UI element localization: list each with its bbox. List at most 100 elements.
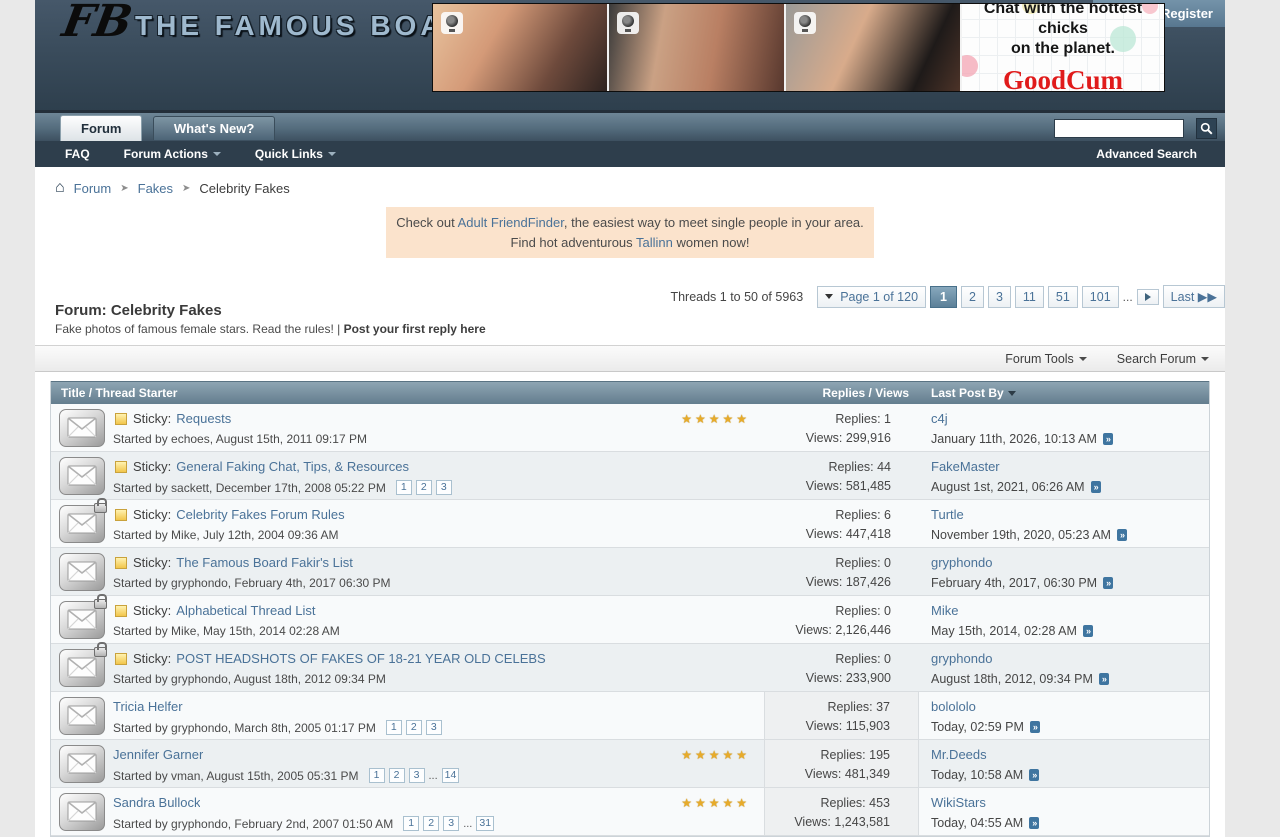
sticky-prefix: Sticky: [133,411,171,426]
thread-page-link[interactable]: 2 [389,768,405,783]
thread-page-link[interactable]: 1 [369,768,385,783]
page-number-button[interactable]: 51 [1048,286,1078,308]
register-button[interactable]: Register [1161,6,1213,21]
tab-whats-new[interactable]: What's New? [153,116,275,140]
thread-page-link[interactable]: 2 [406,720,422,735]
advanced-search-link[interactable]: Advanced Search [1096,147,1197,161]
search-icon [1200,122,1213,135]
page-dropdown-button[interactable]: Page 1 of 120 [817,286,926,308]
thread-title-link[interactable]: Jennifer Garner [113,747,203,762]
thread-page-link[interactable]: 14 [442,768,460,783]
thread-main-cell: Sticky:POST HEADSHOTS OF FAKES OF 18-21 … [113,644,764,691]
thread-row: Sticky:General Faking Chat, Tips, & Reso… [51,452,1209,500]
lastpost-user-link[interactable]: gryphondo [931,651,992,666]
thread-title-link[interactable]: Celebrity Fakes Forum Rules [176,507,344,522]
last-post-cell: bolololo Today, 02:59 PM» [919,692,1209,739]
fb-logo: FB [59,0,135,44]
thread-icon-cell [51,740,113,787]
thread-title-link[interactable]: General Faking Chat, Tips, & Resources [176,459,409,474]
lastpost-user-link[interactable]: Mr.Deeds [931,747,987,762]
search-input[interactable] [1054,119,1184,138]
lastpost-user-link[interactable]: FakeMaster [931,459,1000,474]
thread-title-link[interactable]: POST HEADSHOTS OF FAKES OF 18-21 YEAR OL… [176,651,545,666]
thread-page-link[interactable]: 3 [426,720,442,735]
lastpost-user-link[interactable]: Turtle [931,507,964,522]
lastpost-user-link[interactable]: bolololo [931,699,976,714]
thread-page-link[interactable]: 3 [409,768,425,783]
goto-last-post-icon[interactable]: » [1103,577,1113,589]
search-forum-menu[interactable]: Search Forum [1117,352,1209,366]
promo-link-friendfinder[interactable]: Adult FriendFinder [458,215,564,230]
promo-link-tallinn[interactable]: Tallinn [636,235,673,250]
lastpost-user-link[interactable]: gryphondo [931,555,992,570]
page-number-button[interactable]: 101 [1082,286,1119,308]
thread-page-link[interactable]: 2 [416,480,432,495]
goto-last-post-icon[interactable]: » [1029,817,1039,829]
rating-stars-icon: ★★★★★ [673,412,756,426]
page-number-button[interactable]: 1 [930,286,957,308]
thread-started-text: Started by Mike, July 12th, 2004 09:36 A… [113,528,338,542]
breadcrumb-forum[interactable]: Forum [74,181,112,196]
lastpost-date: Today, 10:58 AM [931,768,1023,782]
thread-title-line: Sticky:The Famous Board Fakir's List [113,555,756,570]
banner-ad[interactable]: Chat with the hottest chicks on the plan… [432,3,1165,92]
thread-icon-cell [51,596,113,643]
thread-page-link[interactable]: 3 [436,480,452,495]
search-button[interactable] [1196,118,1217,139]
replies-count: Replies: 453 [765,794,890,813]
thread-title-link[interactable]: Sandra Bullock [113,795,200,810]
goto-last-post-icon[interactable]: » [1099,673,1109,685]
thread-title-link[interactable]: The Famous Board Fakir's List [176,555,353,570]
lastpost-date-line: Today, 02:59 PM» [931,720,1209,734]
last-page-button[interactable]: Last ▶▶ [1163,285,1225,308]
goto-last-post-icon[interactable]: » [1083,625,1093,637]
column-replies-views[interactable]: Replies / Views [764,386,919,400]
next-page-button[interactable] [1137,289,1159,305]
page-number-button[interactable]: 2 [961,286,984,308]
home-icon[interactable]: ⌂ [55,180,65,196]
replies-count: Replies: 195 [765,746,890,765]
subnav-faq[interactable]: FAQ [65,147,90,161]
thread-page-link[interactable]: 2 [423,816,439,831]
goto-last-post-icon[interactable]: » [1103,433,1113,445]
tab-bar: Forum What's New? [35,110,1225,141]
breadcrumb-fakes[interactable]: Fakes [138,181,173,196]
thread-title-link[interactable]: Alphabetical Thread List [176,603,315,618]
page-number-button[interactable]: 3 [988,286,1011,308]
thread-title-line: Sandra Bullock★★★★★ [113,795,756,810]
thread-page-link[interactable]: 1 [386,720,402,735]
ad-headline-2: on the planet. [1011,39,1115,59]
lastpost-user-link[interactable]: c4j [931,411,948,426]
tab-forum[interactable]: Forum [60,115,142,141]
lastpost-user-link[interactable]: WikiStars [931,795,986,810]
envelope-icon [59,649,105,687]
column-title-thread-starter[interactable]: Title / Thread Starter [51,386,764,400]
sticky-note-icon [115,413,127,425]
thread-title-link[interactable]: Tricia Helfer [113,699,183,714]
goto-last-post-icon[interactable]: » [1030,721,1040,733]
goto-last-post-icon[interactable]: » [1117,529,1127,541]
thread-started-line: Started by gryphondo, March 8th, 2005 01… [113,720,756,735]
thread-title-link[interactable]: Requests [176,411,231,426]
first-reply-link[interactable]: Post your first reply here [344,322,486,336]
promo-text: Check out [396,215,457,230]
thread-started-line: Started by gryphondo, February 4th, 2017… [113,576,756,590]
subnav-forum-actions[interactable]: Forum Actions [124,147,221,161]
column-last-post-by[interactable]: Last Post By [919,386,1209,400]
thread-started-text: Started by Mike, May 15th, 2014 02:28 AM [113,624,340,638]
subnav-quick-links[interactable]: Quick Links [255,147,336,161]
goto-last-post-icon[interactable]: » [1091,481,1101,493]
thread-main-cell: Sticky:The Famous Board Fakir's List Star… [113,548,764,595]
ad-photo-3 [786,4,962,91]
replies-views-cell: Replies: 37Views: 115,903 [764,692,919,739]
thread-page-link[interactable]: 31 [476,816,494,831]
goto-last-post-icon[interactable]: » [1029,769,1039,781]
forum-tools-label: Forum Tools [1005,352,1074,366]
thread-title-line: Sticky:Alphabetical Thread List [113,603,756,618]
thread-page-link[interactable]: 3 [443,816,459,831]
thread-page-link[interactable]: 1 [396,480,412,495]
page-number-button[interactable]: 11 [1015,286,1044,308]
thread-page-link[interactable]: 1 [403,816,419,831]
lastpost-user-link[interactable]: Mike [931,603,958,618]
forum-tools-menu[interactable]: Forum Tools [1005,352,1087,366]
